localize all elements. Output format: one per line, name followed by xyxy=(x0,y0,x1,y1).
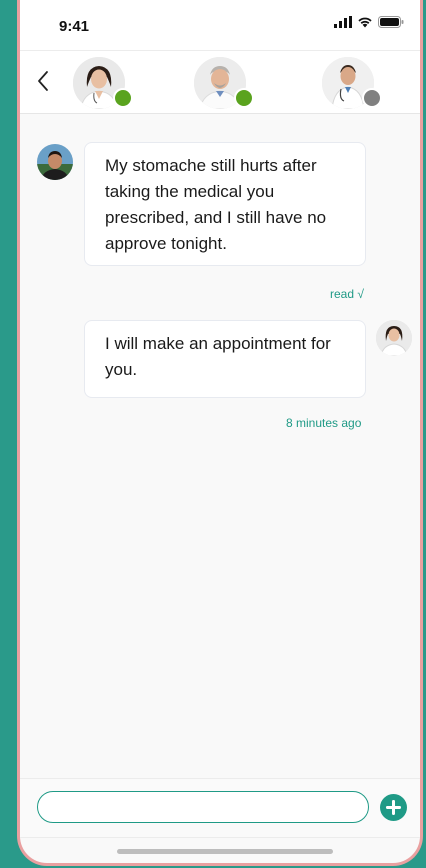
plus-circle-icon xyxy=(386,800,401,815)
read-receipt: read √ xyxy=(330,287,364,301)
composer-bar xyxy=(20,778,420,838)
message-text: I will make an appointment for you. xyxy=(105,334,331,379)
status-time: 9:41 xyxy=(59,18,90,35)
status-icons xyxy=(334,16,404,28)
message-input[interactable] xyxy=(37,791,369,823)
online-status-dot xyxy=(234,88,254,108)
message-bubble-incoming: My stomache still hurts after taking the… xyxy=(84,142,366,266)
home-indicator[interactable] xyxy=(117,849,333,854)
doctor-avatar-2[interactable] xyxy=(194,57,254,109)
online-status-dot xyxy=(113,88,133,108)
patient-avatar xyxy=(37,144,73,180)
message-text: My stomache still hurts after taking the… xyxy=(105,156,327,253)
wifi-icon xyxy=(358,17,372,28)
screen: 9:41 My stomache still hurts after takin… xyxy=(0,0,426,868)
battery-icon xyxy=(378,16,404,28)
chat-header xyxy=(20,50,420,114)
offline-status-dot xyxy=(362,88,382,108)
message-timestamp: 8 minutes ago xyxy=(286,416,362,430)
doctor-avatar-1[interactable] xyxy=(73,57,133,109)
add-attachment-button[interactable] xyxy=(380,794,407,821)
status-bar: 9:41 xyxy=(20,0,420,50)
message-list: My stomache still hurts after taking the… xyxy=(20,114,420,778)
back-chevron-icon[interactable] xyxy=(34,69,54,93)
message-bubble-outgoing: I will make an appointment for you. xyxy=(84,320,366,398)
signal-icon xyxy=(334,16,352,28)
doctor-avatar-3[interactable] xyxy=(322,57,382,109)
phone-frame: 9:41 My stomache still hurts after takin… xyxy=(17,0,423,866)
doctor-avatar-small xyxy=(376,320,412,356)
